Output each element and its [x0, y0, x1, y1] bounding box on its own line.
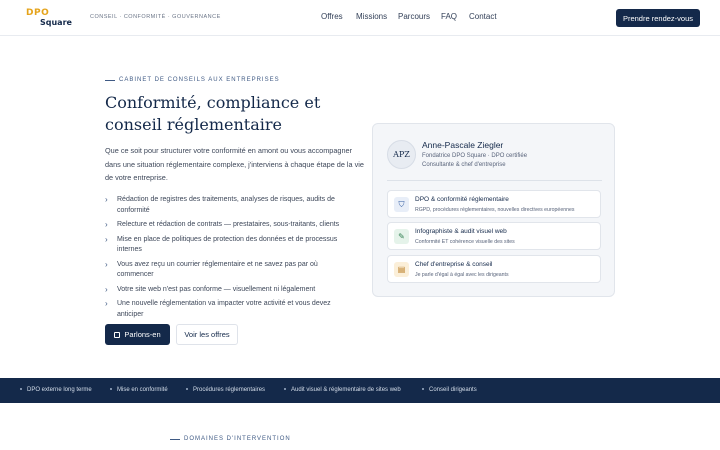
eyebrow-dash — [105, 79, 115, 81]
eyebrow-text: Cabinet de conseils aux entreprises — [119, 77, 280, 83]
band-item: Conseil dirigeants — [422, 387, 477, 393]
logo[interactable]: DPO Square — [26, 8, 72, 28]
logo-line2: Square — [40, 18, 72, 27]
bullet-text: Votre site web n'est pas conforme — visu… — [117, 285, 316, 293]
band-item-label: Audit visuel & réglementaire de sites we… — [291, 387, 401, 393]
hero-eyebrow: Cabinet de conseils aux entreprises — [105, 77, 280, 83]
divider — [387, 180, 602, 181]
pen-icon: ✎ — [394, 229, 409, 244]
band-item-label: Procédures réglementaires — [193, 387, 266, 393]
service-title: DPO & conformité réglementaire — [415, 196, 509, 203]
band-item-label: Conseil dirigeants — [429, 387, 477, 393]
band-item: Procédures réglementaires — [186, 387, 265, 393]
lets-talk-button[interactable]: Parlons-en — [105, 324, 170, 345]
bullet-text: Vous avez reçu un courrier réglementaire… — [117, 260, 318, 279]
dot-icon — [284, 388, 286, 391]
nav-parcours[interactable]: Parcours — [398, 12, 430, 21]
nav-missions[interactable]: Missions — [356, 12, 387, 21]
hero-title: Conformité, compliance et conseil réglem… — [105, 92, 355, 136]
nav-faq[interactable]: FAQ — [441, 12, 457, 21]
profile-role-line2: Consultante & chef d'entreprise — [422, 162, 506, 168]
chevron-right-icon: › — [105, 195, 108, 204]
dot-icon — [20, 388, 22, 391]
chevron-right-icon: › — [105, 299, 108, 308]
chevron-right-icon: › — [105, 284, 108, 294]
service-item-infographics: ✎ Infographiste & audit visuel web Confo… — [387, 222, 601, 250]
band-item-label: Mise en conformité — [117, 387, 168, 393]
service-title: Chef d'entreprise & conseil — [415, 261, 493, 268]
bullet-text: Relecture et rédaction de contrats — pre… — [117, 221, 340, 228]
book-appointment-button[interactable]: Prendre rendez-vous — [616, 9, 700, 27]
band-item-label: DPO externe long terme — [27, 387, 92, 393]
briefcase-icon: ▤ — [394, 262, 409, 277]
service-desc: Je parle d'égal à égal avec les dirigean… — [415, 272, 509, 278]
domains-label: Domaines d'intervention — [184, 436, 291, 442]
domains-heading: Domaines d'intervention — [170, 436, 291, 442]
profile-name: Anne-Pascale Ziegler — [422, 140, 504, 150]
site-header: DPO Square Conseil · Conformité · Gouver… — [0, 0, 720, 36]
chevron-right-icon: › — [105, 234, 108, 244]
band-item: Audit visuel & réglementaire de sites we… — [284, 387, 401, 393]
bullet-text: Rédaction de registres des traitements, … — [117, 196, 335, 214]
bullet-text: Une nouvelle réglementation va impacter … — [117, 300, 331, 318]
hero-title-line1: Conformité, compliance et — [105, 93, 321, 112]
list-item: › Une nouvelle réglementation va impacter… — [105, 299, 355, 320]
logo-line1: DPO — [26, 8, 50, 18]
hero-bullet-list: › Rédaction de registres des traitements,… — [105, 195, 355, 324]
lets-talk-label: Parlons-en — [124, 330, 161, 339]
hero-intro: Que ce soit pour structurer votre confor… — [105, 146, 364, 182]
hero-title-line2: conseil réglementaire — [105, 115, 282, 134]
profile-role-line1: Fondatrice DPO Square · DPO certifiée — [422, 153, 528, 159]
list-item: › Vous avez reçu un courrier réglementair… — [105, 260, 355, 281]
dot-icon — [110, 388, 112, 391]
list-item: › Mise en place de politiques de protecti… — [105, 235, 355, 256]
services-band: DPO externe long terme Mise en conformit… — [0, 378, 720, 403]
heading-dash — [170, 438, 180, 440]
service-desc: Conformité ET cohérence visuelle des sit… — [415, 239, 515, 245]
list-item: › Relecture et rédaction de contrats — pr… — [105, 220, 355, 231]
nav-contact[interactable]: Contact — [469, 12, 497, 21]
chevron-right-icon: › — [105, 220, 108, 229]
profile-card: APZ Anne-Pascale Ziegler Fondatrice DPO … — [372, 123, 615, 297]
band-item: DPO externe long terme — [20, 387, 92, 393]
list-item: › Rédaction de registres des traitements,… — [105, 195, 355, 216]
list-item: › Votre site web n'est pas conforme — vis… — [105, 285, 355, 296]
calendar-icon — [114, 331, 121, 338]
avatar: APZ — [387, 140, 416, 169]
chevron-right-icon: › — [105, 259, 108, 269]
service-item-business: ▤ Chef d'entreprise & conseil Je parle d… — [387, 255, 601, 283]
bullet-text: Mise en place de politiques de protectio… — [117, 235, 338, 254]
dot-icon — [186, 388, 188, 391]
service-title: Infographiste & audit visuel web — [415, 228, 507, 235]
dot-icon — [422, 388, 424, 391]
band-item: Mise en conformité — [110, 387, 168, 393]
service-desc: RGPD, procédures réglementaires, nouvell… — [415, 207, 575, 213]
service-item-dpo: ⛉ DPO & conformité réglementaire RGPD, p… — [387, 190, 601, 218]
shield-icon: ⛉ — [394, 197, 409, 212]
view-offers-button[interactable]: Voir les offres — [176, 324, 238, 345]
nav-offres[interactable]: Offres — [321, 12, 343, 21]
tagline: Conseil · Conformité · Gouvernance — [90, 14, 221, 20]
